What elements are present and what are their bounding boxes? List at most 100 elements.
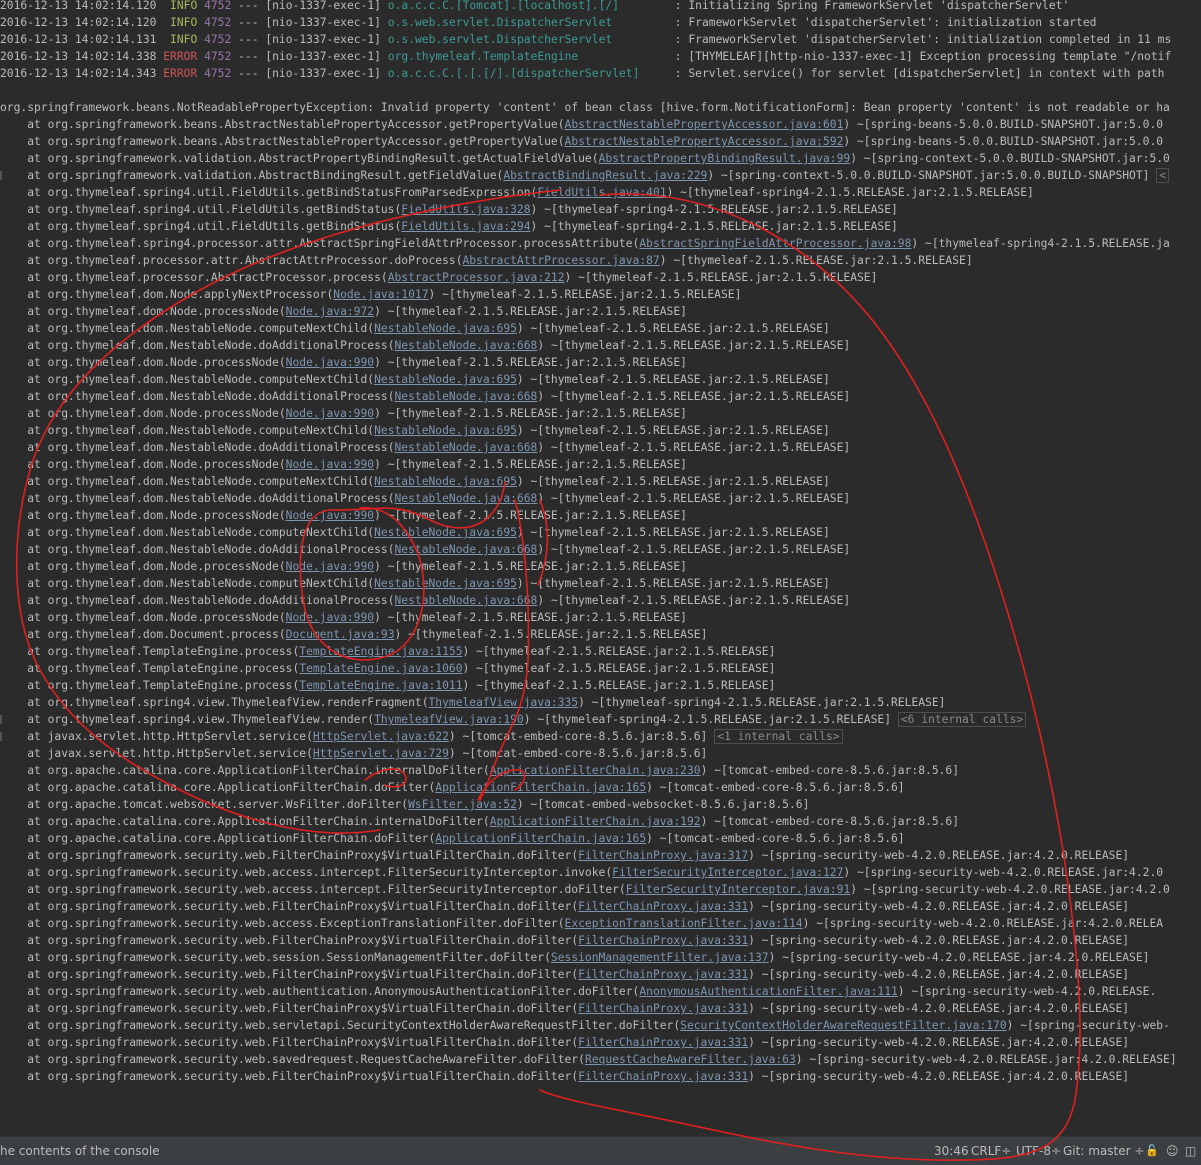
- frame-source-link[interactable]: Document.java:93: [286, 628, 395, 641]
- frame-source-link[interactable]: FilterChainProxy.java:331: [578, 1070, 748, 1083]
- memory-icon[interactable]: ◫: [1185, 1143, 1196, 1159]
- frame-source-link[interactable]: Node.java:990: [286, 356, 374, 369]
- log-timestamp: 2016-12-13 14:02:14.120: [0, 16, 157, 29]
- frame-source-link[interactable]: FilterChainProxy.java:331: [578, 1002, 748, 1015]
- frame-source-link[interactable]: NestableNode.java:668: [395, 492, 538, 505]
- frame-source-link[interactable]: NestableNode.java:668: [395, 339, 538, 352]
- frame-source-link[interactable]: AnonymousAuthenticationFilter.java:111: [639, 985, 897, 998]
- log-pid: 4752: [204, 67, 232, 80]
- lock-icon[interactable]: 🔓: [1145, 1143, 1159, 1159]
- frame-source-link[interactable]: ExceptionTranslationFilter.java:114: [565, 917, 803, 930]
- frame-source-link[interactable]: NestableNode.java:668: [395, 594, 538, 607]
- frame-source-link[interactable]: NestableNode.java:668: [395, 543, 538, 556]
- frame-source-link[interactable]: AbstractPropertyBindingResult.java:99: [599, 152, 851, 165]
- frame-method: org.apache.catalina.core.ApplicationFilt…: [47, 832, 429, 845]
- frame-method: org.thymeleaf.dom.Node.processNode: [47, 560, 279, 573]
- frame-source-link[interactable]: TemplateEngine.java:1155: [299, 645, 462, 658]
- frame-source-link[interactable]: FilterChainProxy.java:331: [578, 900, 748, 913]
- stack-frame: at org.thymeleaf.dom.NestableNode.comput…: [0, 373, 830, 386]
- frame-source-link[interactable]: AbstractBindingResult.java:229: [503, 169, 707, 182]
- log-pid: 4752: [204, 16, 232, 29]
- frame-source-link[interactable]: TemplateEngine.java:1011: [299, 679, 462, 692]
- stack-frame: at org.thymeleaf.TemplateEngine.process(…: [0, 662, 776, 675]
- frame-source-link[interactable]: NestableNode.java:668: [395, 441, 538, 454]
- frame-source-link[interactable]: Node.java:972: [286, 305, 374, 318]
- stack-frame: at org.thymeleaf.TemplateEngine.process(…: [0, 679, 776, 692]
- frame-jar: ~[spring-security-web-4.2.0.RELEASE.jar:…: [761, 1002, 1130, 1015]
- log-line: 2016-12-13 14:02:14.343 ERROR 4752 --- […: [0, 65, 1201, 82]
- log-level: INFO: [163, 0, 198, 12]
- frame-source-link[interactable]: NestableNode.java:668: [395, 390, 538, 403]
- frame-source-link[interactable]: NestableNode.java:695: [374, 424, 517, 437]
- frame-source-link[interactable]: HttpServlet.java:622: [313, 730, 449, 743]
- frame-source-link[interactable]: NestableNode.java:695: [374, 577, 517, 590]
- frame-source-link[interactable]: Node.java:990: [286, 509, 374, 522]
- internal-calls-hint[interactable]: <: [1156, 168, 1170, 183]
- frame-method: org.springframework.security.web.access.…: [47, 917, 558, 930]
- frame-source-link[interactable]: AbstractNestablePropertyAccessor.java:59…: [565, 135, 844, 148]
- frame-source-link[interactable]: NestableNode.java:695: [374, 526, 517, 539]
- frame-source-link[interactable]: FieldUtils.java:401: [537, 186, 666, 199]
- frame-source-link[interactable]: FilterChainProxy.java:317: [578, 849, 748, 862]
- frame-source-link[interactable]: ApplicationFilterChain.java:165: [435, 781, 646, 794]
- frame-source-link[interactable]: AbstractProcessor.java:212: [388, 271, 565, 284]
- internal-calls-hint[interactable]: <1 internal calls>: [714, 729, 843, 744]
- encoding-selector[interactable]: UTF-8÷: [1016, 1143, 1061, 1159]
- frame-source-link[interactable]: AbstractAttrProcessor.java:87: [463, 254, 660, 267]
- frame-source-link[interactable]: Node.java:990: [286, 611, 374, 624]
- log-thread: [nio-1337-exec-1]: [265, 50, 381, 63]
- frame-source-link[interactable]: ApplicationFilterChain.java:192: [490, 815, 701, 828]
- frame-source-link[interactable]: NestableNode.java:695: [374, 322, 517, 335]
- frame-jar: ~[thymeleaf-2.1.5.RELEASE.jar:2.1.5.RELE…: [476, 679, 776, 692]
- console-output[interactable]: 2016-12-13 14:02:14.120 INFO 4752 --- [n…: [0, 0, 1201, 1136]
- log-separator: ---: [238, 67, 259, 80]
- frame-source-link[interactable]: SessionManagementFilter.java:137: [551, 951, 769, 964]
- frame-source-link[interactable]: TemplateEngine.java:1060: [299, 662, 462, 675]
- frame-source-link[interactable]: ApplicationFilterChain.java:230: [490, 764, 701, 777]
- frame-source-link[interactable]: FilterChainProxy.java:331: [578, 968, 748, 981]
- frame-source-link[interactable]: Node.java:990: [286, 407, 374, 420]
- exception-message: org.springframework.beans.NotReadablePro…: [0, 101, 1170, 114]
- frame-source-link[interactable]: ThymeleafView.java:335: [429, 696, 579, 709]
- frame-source-link[interactable]: ThymeleafView.java:190: [374, 713, 524, 726]
- fold-marker[interactable]: [0, 732, 2, 741]
- fold-marker[interactable]: [0, 715, 2, 724]
- caret-position[interactable]: 30:46: [934, 1143, 969, 1159]
- frame-source-link[interactable]: FilterSecurityInterceptor.java:91: [626, 883, 850, 896]
- frame-source-link[interactable]: HttpServlet.java:729: [313, 747, 449, 760]
- frame-source-link[interactable]: NestableNode.java:695: [374, 373, 517, 386]
- stack-frame: at org.springframework.security.web.Filt…: [0, 934, 1130, 947]
- frame-source-link[interactable]: Node.java:990: [286, 458, 374, 471]
- frame-jar: ~[thymeleaf-2.1.5.RELEASE.jar:2.1.5.RELE…: [550, 543, 851, 556]
- internal-calls-hint[interactable]: <6 internal calls>: [897, 712, 1027, 727]
- line-separator-selector[interactable]: CRLF÷: [971, 1143, 1011, 1159]
- frame-source-link[interactable]: FieldUtils.java:328: [401, 203, 530, 216]
- frame-method: org.thymeleaf.spring4.processor.attr.Abs…: [47, 237, 633, 250]
- stack-frame: at org.thymeleaf.dom.Node.processNode(No…: [0, 560, 687, 573]
- frame-method: org.thymeleaf.dom.NestableNode.doAdditio…: [47, 594, 388, 607]
- frame-jar: ~[thymeleaf-2.1.5.RELEASE.jar:2.1.5.RELE…: [530, 322, 830, 335]
- frame-source-link[interactable]: AbstractNestablePropertyAccessor.java:60…: [565, 118, 844, 131]
- stack-frame: at org.springframework.security.web.sess…: [0, 951, 1150, 964]
- frame-source-link[interactable]: SecurityContextHolderAwareRequestFilter.…: [680, 1019, 1006, 1032]
- frame-jar: ~[thymeleaf-2.1.5.RELEASE.jar:2.1.5.RELE…: [387, 458, 687, 471]
- log-thread: [nio-1337-exec-1]: [265, 67, 381, 80]
- git-branch-selector[interactable]: Git: master ÷: [1063, 1143, 1144, 1159]
- frame-source-link[interactable]: FilterSecurityInterceptor.java:127: [612, 866, 843, 879]
- frame-source-link[interactable]: ApplicationFilterChain.java:165: [435, 832, 646, 845]
- frame-source-link[interactable]: FilterChainProxy.java:331: [578, 1036, 748, 1049]
- frame-source-link[interactable]: RequestCacheAwareFilter.java:63: [585, 1053, 796, 1066]
- frame-source-link[interactable]: Node.java:990: [286, 560, 374, 573]
- frame-source-link[interactable]: FieldUtils.java:294: [401, 220, 530, 233]
- log-logger: o.s.web.servlet.DispatcherServlet: [387, 33, 613, 46]
- frame-source-link[interactable]: NestableNode.java:695: [374, 475, 517, 488]
- log-level: ERROR: [163, 67, 198, 80]
- frame-method: org.thymeleaf.processor.AbstractProcesso…: [47, 271, 381, 284]
- frame-source-link[interactable]: AbstractSpringFieldAttrProcessor.java:98: [639, 237, 911, 250]
- frame-jar: ~[tomcat-embed-core-8.5.6.jar:8.5.6]: [714, 764, 960, 777]
- inspector-icon[interactable]: ☺: [1166, 1143, 1179, 1159]
- frame-source-link[interactable]: FilterChainProxy.java:331: [578, 934, 748, 947]
- frame-source-link[interactable]: WsFilter.java:52: [408, 798, 517, 811]
- frame-source-link[interactable]: Node.java:1017: [333, 288, 428, 301]
- fold-marker[interactable]: [0, 171, 2, 180]
